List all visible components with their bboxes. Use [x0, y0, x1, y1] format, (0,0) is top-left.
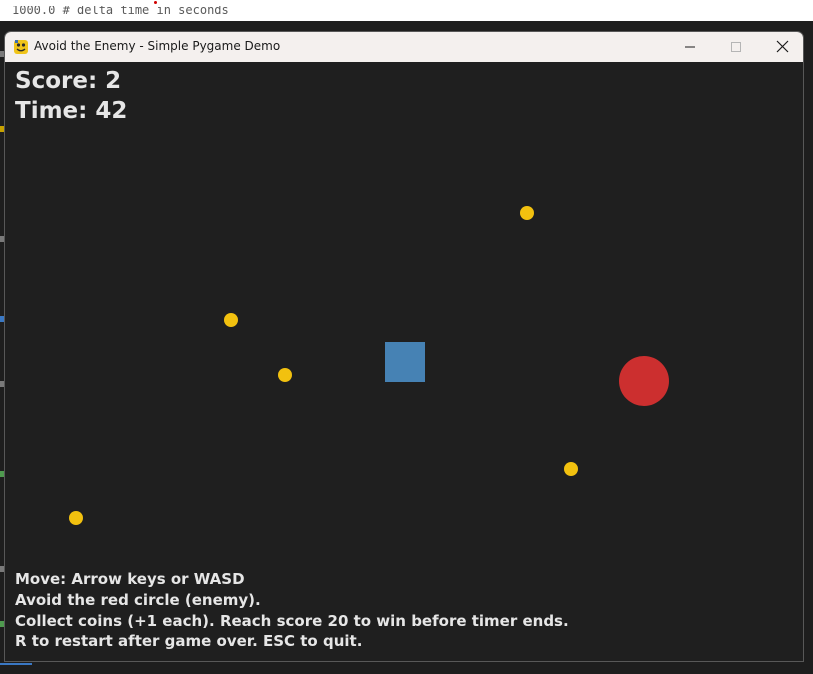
- coin: [564, 462, 578, 476]
- coin: [520, 206, 534, 220]
- coin: [69, 511, 83, 525]
- instruction-line: R to restart after game over. ESC to qui…: [15, 632, 363, 651]
- score-label: Score: 2: [15, 68, 122, 94]
- background-editor-strip: 1000.0 # delta time in seconds: [0, 0, 813, 21]
- editor-status-accent: [0, 663, 32, 665]
- close-button[interactable]: [759, 32, 803, 62]
- instructions-list: Move: Arrow keys or WASD Avoid the red c…: [15, 569, 569, 652]
- coin: [224, 313, 238, 327]
- background-code-line: 1000.0 # delta time in seconds: [12, 6, 229, 15]
- window-title: Avoid the Enemy - Simple Pygame Demo: [34, 39, 281, 53]
- maximize-icon: [730, 38, 742, 57]
- minimize-icon: [684, 38, 696, 57]
- game-canvas[interactable]: Score: 2 Time: 42 Move: Arrow keys or WA…: [5, 62, 803, 661]
- title-bar[interactable]: Avoid the Enemy - Simple Pygame Demo: [5, 32, 803, 62]
- game-window: Avoid the Enemy - Simple Pygame Demo Sco…: [4, 31, 804, 662]
- instruction-line: Collect coins (+1 each). Reach score 20 …: [15, 611, 569, 630]
- instruction-line: Move: Arrow keys or WASD: [15, 570, 245, 588]
- python-icon: [13, 39, 29, 55]
- coin: [278, 368, 292, 382]
- time-label: Time: 42: [15, 98, 128, 124]
- breakpoint-dot: [154, 1, 157, 4]
- maximize-button[interactable]: [713, 32, 759, 62]
- player-square: [385, 342, 425, 382]
- minimize-button[interactable]: [667, 32, 713, 62]
- instruction-line: Avoid the red circle (enemy).: [15, 590, 261, 609]
- close-icon: [776, 38, 789, 57]
- enemy-circle: [619, 356, 669, 406]
- desktop: 1000.0 # delta time in seconds Avoid the…: [0, 0, 813, 674]
